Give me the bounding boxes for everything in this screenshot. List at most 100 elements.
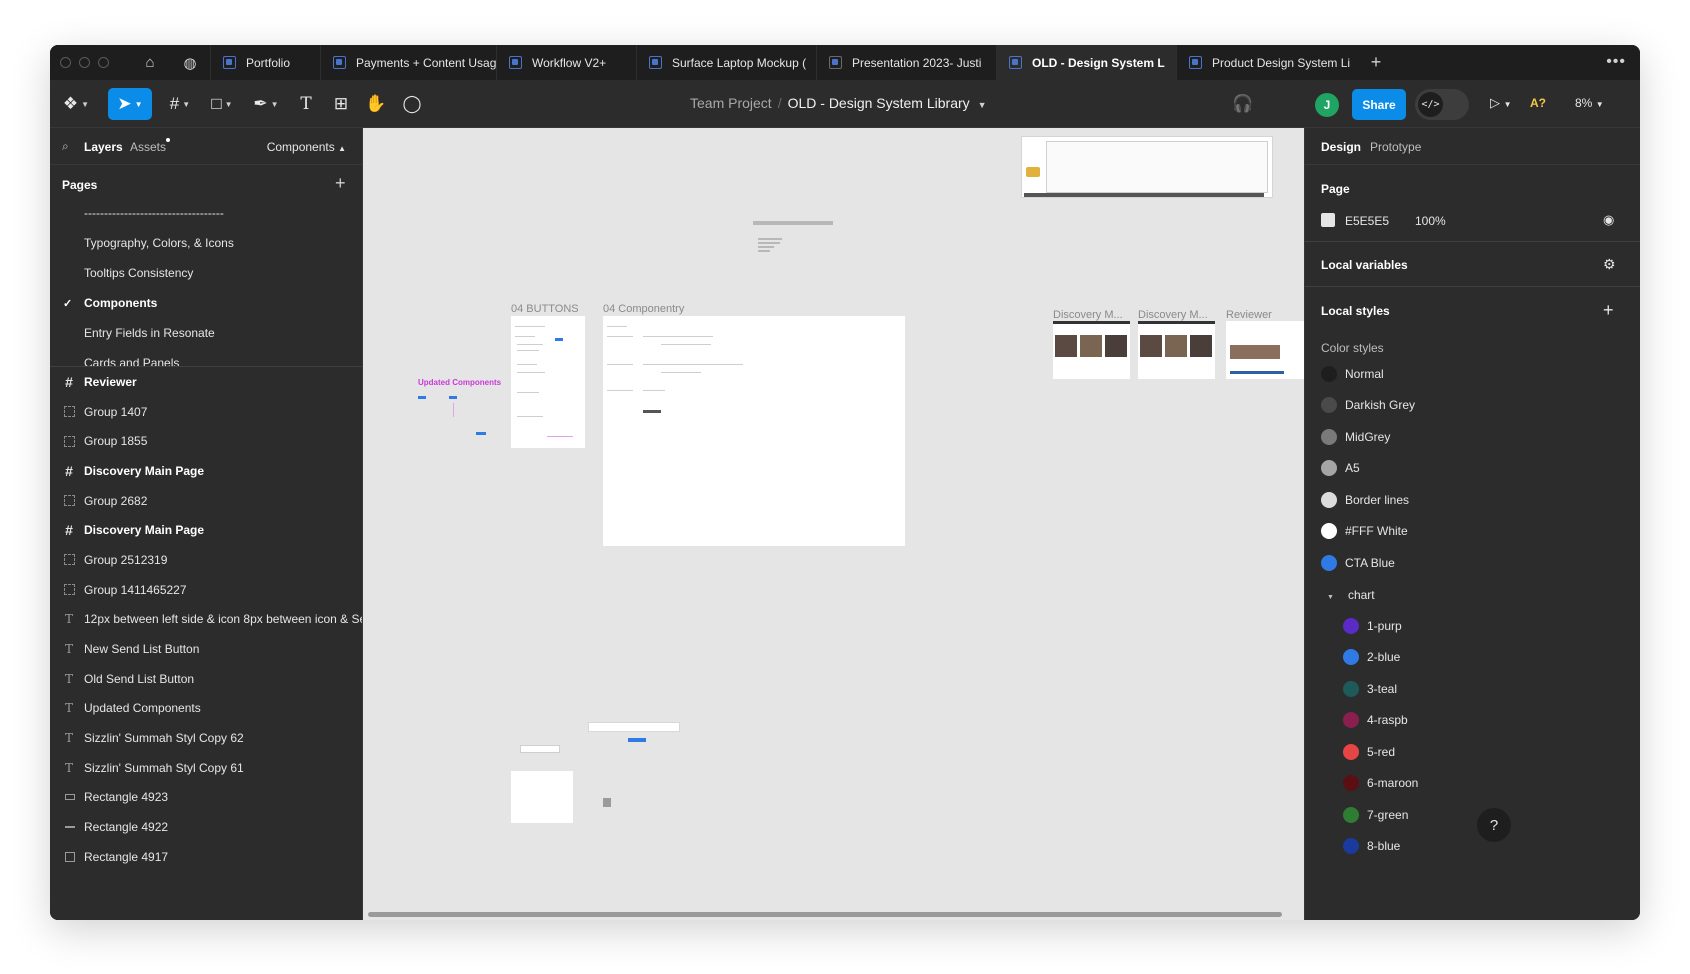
move-tool-button[interactable]: ➤ ▼ [108,88,152,120]
layer-item[interactable]: Rectangle 4923 [50,783,362,813]
artboard-buttons[interactable] [511,316,585,448]
color-style-item[interactable]: Darkish Grey [1321,395,1415,415]
pen-tool-button[interactable]: ✒ ▼ [246,88,286,120]
present-button[interactable]: ▷ ▼ [1490,95,1512,111]
dev-mode-toggle[interactable]: </> [1415,89,1469,120]
page-item[interactable]: Cards and Panels [50,348,362,368]
page-opacity[interactable]: 100% [1415,214,1446,228]
canvas-input-mock[interactable] [520,745,560,753]
layer-item[interactable]: Group 1411465227 [50,575,362,605]
zoom-control[interactable]: 8% ▼ [1575,96,1604,110]
color-style-item[interactable]: Normal [1321,364,1384,384]
layer-item[interactable]: Rectangle 4917 [50,842,362,872]
layer-item[interactable]: Rectangle 4922 [50,812,362,842]
tab-product-design-system[interactable]: Product Design System Li [1176,45,1356,80]
audio-button[interactable]: 🎧 [1228,88,1258,120]
main-menu-button[interactable]: ❖ ▼ [58,88,94,120]
local-variables-title[interactable]: Local variables [1321,258,1408,272]
page-color-hex[interactable]: E5E5E5 [1345,214,1389,228]
layer-item[interactable]: T Sizzlin' Summah Styl Copy 61 [50,753,362,783]
tab-design[interactable]: Design [1321,140,1361,154]
layer-item[interactable]: Group 2682 [50,486,362,516]
style-folder[interactable]: ▼ chart [1327,588,1375,602]
ai-button[interactable]: A? [1530,96,1546,110]
page-item[interactable]: ----------------------------------- [50,198,362,228]
page-item[interactable]: Typography, Colors, & Icons [50,228,362,258]
page-dropdown[interactable]: Components ▲ [267,140,346,154]
canvas-shape[interactable] [603,798,611,807]
chevron-down-icon[interactable]: ▼ [978,100,987,110]
comment-tool-button[interactable]: ◯ [396,88,428,120]
layer-item[interactable]: Group 1855 [50,426,362,456]
tab-design-system-active[interactable]: OLD - Design System L ✕ [996,45,1176,80]
color-style-item[interactable]: 1-purp [1343,616,1402,636]
frame-label-reviewer[interactable]: Reviewer [1226,309,1272,321]
layer-item[interactable]: T Sizzlin' Summah Styl Copy 62 [50,723,362,753]
canvas-nav-mock[interactable] [588,722,680,732]
tab-workflow[interactable]: Workflow V2+ [496,45,636,80]
frame-label-componentry[interactable]: 04 Componentry [603,303,684,315]
variables-icon[interactable]: ⚙ [1603,256,1616,273]
share-button[interactable]: Share [1352,89,1406,120]
color-style-item[interactable]: 3-teal [1343,679,1397,699]
frame-label-discovery[interactable]: Discovery M... [1053,309,1123,321]
tab-portfolio[interactable]: Portfolio [210,45,320,80]
add-style-button[interactable]: + [1603,300,1614,321]
layer-item[interactable]: Group 2512319 [50,545,362,575]
canvas-card-mock[interactable] [511,771,573,823]
layer-item[interactable]: T New Send List Button [50,634,362,664]
canvas-note-title[interactable] [753,221,833,225]
globe-icon[interactable]: ◍ [170,45,210,80]
canvas[interactable]: 04 BUTTONS 04 Componentry Updated Compon… [363,128,1304,920]
updated-components-label[interactable]: Updated Components [418,378,501,387]
page-item[interactable]: Entry Fields in Resonate [50,318,362,348]
color-style-item[interactable]: 4-raspb [1343,710,1408,730]
shape-tool-button[interactable]: □ ▼ [202,88,242,120]
color-style-item[interactable]: 7-green [1343,805,1408,825]
hand-tool-button[interactable]: ✋ [360,88,392,120]
tab-payments[interactable]: Payments + Content Usag [320,45,496,80]
canvas-thumbnail[interactable] [1021,136,1273,198]
search-icon[interactable]: ⌕ [62,139,69,154]
color-style-item[interactable]: Border lines [1321,490,1409,510]
layer-item[interactable]: # Reviewer [50,367,362,397]
tab-prototype[interactable]: Prototype [1370,140,1421,154]
color-style-item[interactable]: 5-red [1343,742,1395,762]
maximize-window-button[interactable] [98,57,109,68]
artboard-discovery[interactable] [1053,321,1130,379]
color-style-item[interactable]: 8-blue [1343,836,1400,856]
home-icon[interactable]: ⌂ [130,45,170,80]
horizontal-scrollbar[interactable] [368,912,1282,917]
color-style-item[interactable]: #FFF White [1321,521,1408,541]
page-color-swatch[interactable] [1321,213,1335,227]
color-style-item[interactable]: 2-blue [1343,647,1400,667]
help-button[interactable]: ? [1477,808,1511,842]
project-link[interactable]: Team Project [690,95,772,111]
resources-tool-button[interactable]: ⊞ [325,88,357,120]
layer-item[interactable]: # Discovery Main Page [50,456,362,486]
tab-assets[interactable]: Assets [130,140,166,154]
color-style-item[interactable]: A5 [1321,458,1360,478]
layer-item[interactable]: T Old Send List Button [50,664,362,694]
page-item-current[interactable]: ✓ Components [50,288,362,318]
color-style-item[interactable]: 6-maroon [1343,773,1418,793]
layer-item[interactable]: T 12px between left side & icon 8px betwe… [50,605,362,635]
more-icon[interactable]: ••• [1606,53,1626,71]
minimize-window-button[interactable] [79,57,90,68]
layer-item[interactable]: # Discovery Main Page [50,515,362,545]
close-window-button[interactable] [60,57,71,68]
tab-layers[interactable]: Layers [84,140,123,154]
tab-presentation[interactable]: Presentation 2023- Justi [816,45,996,80]
tab-surface-laptop[interactable]: Surface Laptop Mockup ( [636,45,816,80]
frame-label-buttons[interactable]: 04 BUTTONS [511,303,579,315]
layer-item[interactable]: Group 1407 [50,397,362,427]
color-style-item[interactable]: MidGrey [1321,427,1390,447]
avatar[interactable]: J [1315,93,1339,117]
new-tab-button[interactable]: + [1356,45,1396,80]
eye-icon[interactable]: ◉ [1603,212,1614,228]
color-style-item[interactable]: CTA Blue [1321,553,1395,573]
document-title[interactable]: OLD - Design System Library [788,95,970,111]
artboard-componentry[interactable] [603,316,905,546]
text-tool-button[interactable]: T [290,88,322,120]
add-page-button[interactable]: + [335,173,346,194]
